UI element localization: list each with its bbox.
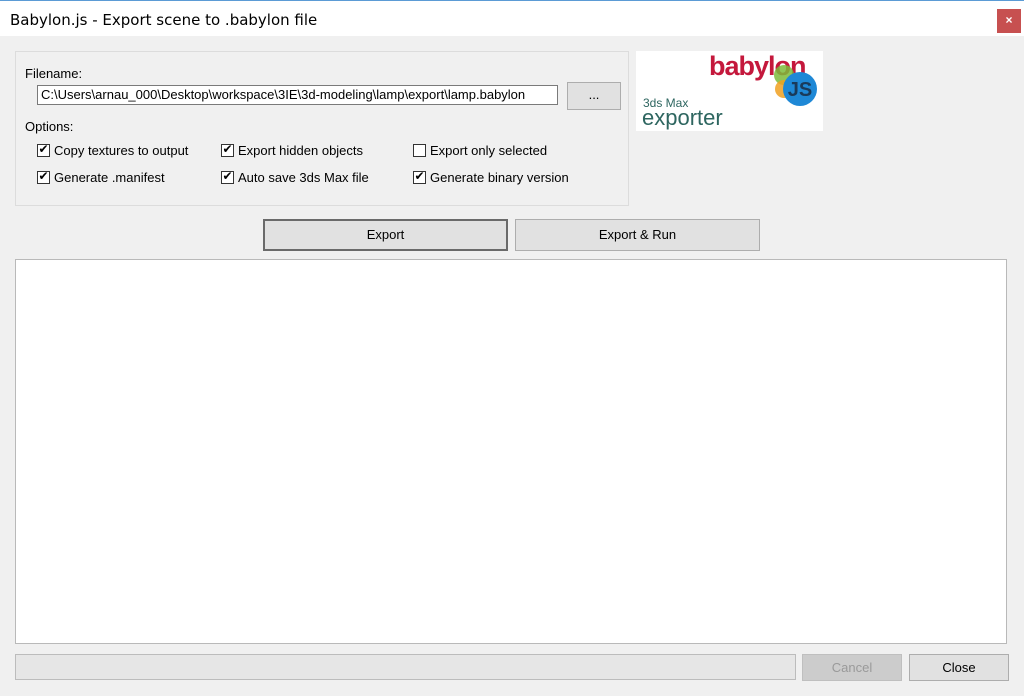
browse-button[interactable]: ... [567, 82, 621, 110]
export-only-selected-checkbox[interactable]: Export only selected [413, 144, 547, 160]
checkbox-label: Export only selected [430, 143, 548, 158]
checkmark-icon: ✔ [38, 169, 49, 183]
cancel-button[interactable]: Cancel [802, 654, 902, 681]
checkbox-box: ✔ [221, 142, 234, 157]
filename-input[interactable]: C:\Users\arnau_000\Desktop\workspace\3IE… [37, 85, 558, 105]
window-close-button[interactable]: × [997, 9, 1021, 33]
checkbox-box: ✔ [37, 169, 50, 184]
export-hidden-objects-checkbox[interactable]: ✔ Export hidden objects [221, 142, 364, 160]
settings-group: Filename: C:\Users\arnau_000\Desktop\wor… [15, 51, 629, 206]
progress-bar [15, 654, 796, 680]
auto-save-checkbox[interactable]: ✔ Auto save 3ds Max file [221, 169, 369, 187]
checkbox-box: ✔ [37, 142, 50, 157]
export-log[interactable] [15, 259, 1007, 644]
title-bar: Babylon.js - Export scene to .babylon fi… [0, 0, 1024, 36]
checkbox-label: Generate binary version [430, 170, 569, 185]
checkbox-box: ✔ [221, 169, 234, 184]
checkbox-label: Copy textures to output [54, 143, 189, 158]
generate-manifest-checkbox[interactable]: ✔ Generate .manifest [37, 169, 165, 187]
checkbox-label: Export hidden objects [238, 143, 364, 158]
logo-badge-text: JS [788, 79, 812, 101]
export-run-button[interactable]: Export & Run [515, 219, 760, 251]
generate-binary-checkbox[interactable]: ✔ Generate binary version [413, 169, 569, 187]
checkmark-icon: ✔ [38, 142, 49, 156]
window-title: Babylon.js - Export scene to .babylon fi… [10, 11, 318, 29]
babylonjs-logo: babylon JS 3ds Max exporter [636, 51, 823, 131]
checkbox-box: ✔ [413, 169, 426, 184]
export-button[interactable]: Export [263, 219, 508, 251]
checkbox-box [413, 144, 426, 157]
logo-product-big: exporter [642, 105, 723, 130]
close-button[interactable]: Close [909, 654, 1009, 681]
checkmark-icon: ✔ [222, 142, 233, 156]
checkmark-icon: ✔ [222, 169, 233, 183]
checkbox-label: Generate .manifest [54, 170, 165, 185]
checkmark-icon: ✔ [414, 169, 425, 183]
babylon-js-badge-icon: JS [774, 65, 817, 106]
checkbox-label: Auto save 3ds Max file [238, 170, 369, 185]
copy-textures-checkbox[interactable]: ✔ Copy textures to output [37, 142, 189, 160]
options-label: Options: [25, 119, 74, 134]
filename-label: Filename: [25, 66, 83, 81]
